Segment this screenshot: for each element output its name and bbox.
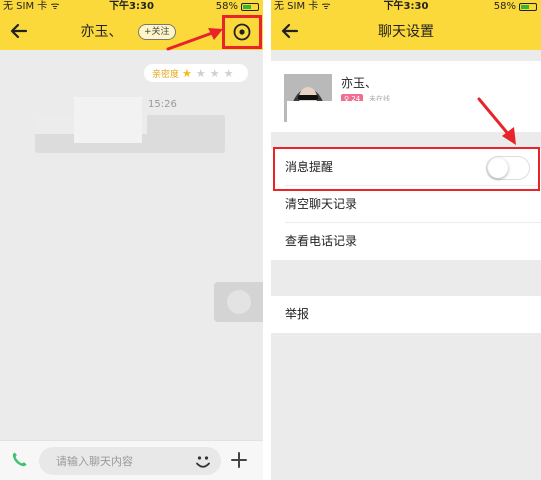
star-icon: ★ [209,66,220,80]
settings-navbar: 聊天设置 [271,14,541,50]
star-icon: ★ [223,66,234,80]
chat-settings-button[interactable] [222,15,262,49]
battery-percent: 58% [215,1,238,12]
star-icon: ★ [195,66,206,80]
star-icon: ★ [182,66,192,80]
emoji-icon[interactable] [192,451,214,473]
battery-icon [519,3,537,11]
closeness-stars: ★ ★ ★ ★ [182,68,234,79]
chat-navbar: 亦玉、 +关注 [0,14,263,50]
closeness-indicator: 亲密度 ★ ★ ★ ★ [144,64,248,82]
row-clear-history[interactable]: 清空聊天记录 [271,186,541,223]
battery-icon [241,3,259,11]
message-time: 15:26 [148,99,177,110]
status-bar: 无 SIM 卡 ᯤ 下午3:30 58% [271,0,541,14]
chat-settings-screen: 无 SIM 卡 ᯤ 下午3:30 58% 聊天设置 亦玉、 ♀ 24 未在线 消… [271,0,541,480]
row-label: 清空聊天记录 [285,197,358,211]
profile-name: 亦玉、 [341,76,378,90]
plus-icon[interactable] [229,450,249,470]
settings-circle-icon [233,23,251,41]
input-bar [0,440,263,480]
status-bar: 无 SIM 卡 ᯤ 下午3:30 58% [0,0,263,14]
row-message-alert[interactable]: 消息提醒 [271,149,541,186]
row-call-records[interactable]: 查看电话记录 [271,223,541,260]
chat-screen: 无 SIM 卡 ᯤ 下午3:30 58% 亦玉、 +关注 亲密度 ★★★★ 聊吧… [0,0,263,480]
battery-indicator: 58% [216,0,259,14]
phone-icon[interactable] [9,450,29,470]
row-report[interactable]: 举报 [271,296,541,333]
redaction-block [287,101,439,132]
battery-percent: 58% [493,1,516,12]
row-label: 查看电话记录 [285,234,358,248]
closeness-label: 亲密度 [152,69,180,80]
redaction-block [74,97,142,143]
row-label: 举报 [285,307,310,321]
profile-card[interactable]: 亦玉、 ♀ 24 未在线 [271,61,541,132]
my-avatar[interactable] [214,282,263,322]
follow-button[interactable]: +关注 [138,24,176,40]
settings-title: 聊天设置 [378,24,434,40]
message-alert-toggle[interactable] [486,156,530,180]
row-label: 消息提醒 [285,160,334,174]
battery-indicator: 58% [494,0,537,14]
